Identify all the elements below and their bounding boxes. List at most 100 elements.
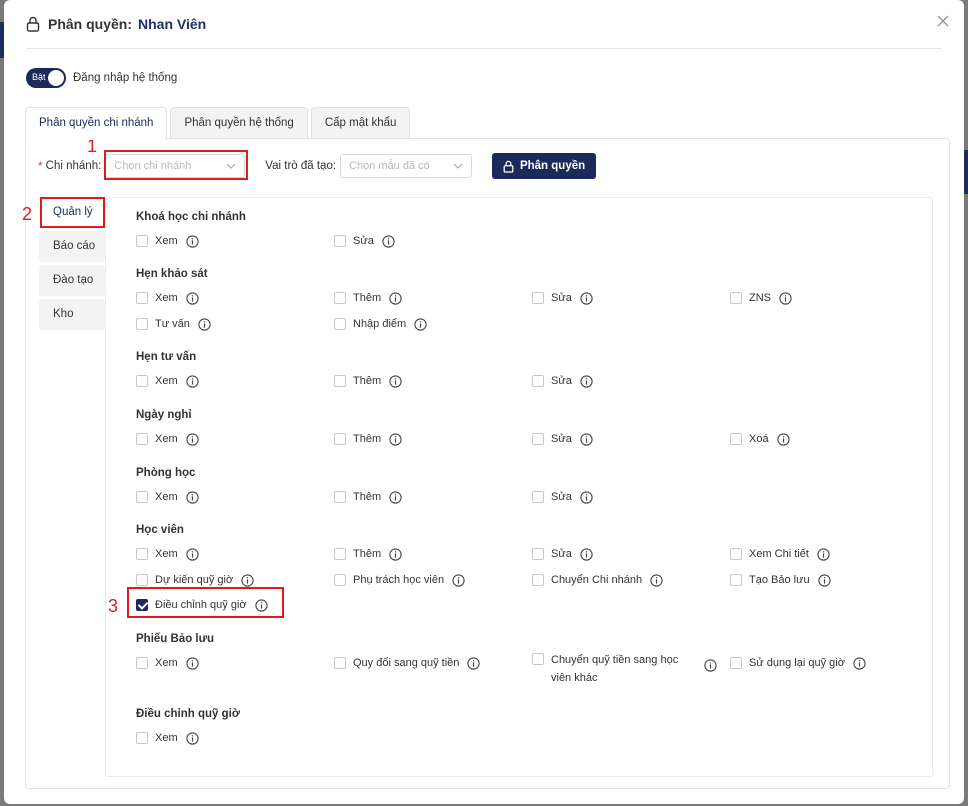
permission-checkbox[interactable]	[532, 574, 544, 586]
permission-item[interactable]: Chuyển Chi nhánh	[532, 574, 663, 587]
permission-item[interactable]: Xoá	[730, 433, 790, 446]
info-icon[interactable]	[580, 491, 593, 504]
info-icon[interactable]	[185, 657, 199, 670]
permission-checkbox[interactable]	[136, 375, 148, 387]
info-icon[interactable]	[198, 318, 211, 331]
permission-checkbox[interactable]	[136, 599, 148, 611]
permission-checkbox[interactable]	[532, 292, 544, 304]
permission-item[interactable]: Sửa	[532, 491, 593, 504]
permission-checkbox[interactable]	[532, 548, 544, 560]
permission-checkbox[interactable]	[136, 318, 148, 330]
permission-checkbox[interactable]	[730, 433, 742, 445]
permission-item[interactable]: Thêm	[334, 375, 402, 388]
permission-item[interactable]: Tư vấn	[136, 318, 211, 331]
permission-checkbox[interactable]	[532, 653, 544, 665]
permission-checkbox[interactable]	[730, 292, 742, 304]
permission-item[interactable]: Thêm	[334, 491, 402, 504]
permission-item[interactable]: Nhập điểm	[334, 318, 427, 331]
tab-password[interactable]: Cấp mật khẩu	[310, 107, 411, 139]
sidebar-item-training[interactable]: Đào tạo	[39, 265, 105, 296]
permission-item[interactable]: Tạo Bảo lưu	[730, 574, 831, 587]
info-icon[interactable]	[185, 375, 199, 388]
info-icon[interactable]	[389, 548, 402, 561]
permission-item[interactable]: Dự kiến quỹ giờ	[136, 574, 254, 587]
permission-checkbox[interactable]	[334, 574, 346, 586]
permission-item[interactable]: Xem	[136, 491, 199, 504]
info-icon[interactable]	[817, 574, 831, 587]
permission-checkbox[interactable]	[136, 235, 148, 247]
info-icon[interactable]	[241, 574, 254, 587]
info-icon[interactable]	[776, 433, 790, 446]
permission-item[interactable]: Xem	[136, 732, 199, 745]
tab-system-permissions[interactable]: Phân quyền hệ thống	[170, 107, 308, 139]
permission-checkbox[interactable]	[532, 433, 544, 445]
info-icon[interactable]	[580, 548, 593, 561]
info-icon[interactable]	[389, 375, 402, 388]
info-icon[interactable]	[185, 433, 199, 446]
permission-item[interactable]: Xem	[136, 292, 199, 305]
permission-checkbox[interactable]	[334, 318, 346, 330]
info-icon[interactable]	[853, 657, 866, 670]
permission-checkbox[interactable]	[334, 491, 346, 503]
info-icon[interactable]	[580, 375, 593, 388]
permission-checkbox[interactable]	[334, 375, 346, 387]
close-icon[interactable]	[936, 14, 950, 28]
permission-item[interactable]: Xem	[136, 548, 199, 561]
sidebar-item-warehouse[interactable]: Kho	[39, 299, 105, 330]
info-icon[interactable]	[254, 599, 268, 612]
permission-checkbox[interactable]	[730, 657, 742, 669]
permission-item[interactable]: Điều chỉnh quỹ giờ	[136, 599, 268, 612]
info-icon[interactable]	[185, 548, 199, 561]
permission-checkbox[interactable]	[136, 574, 148, 586]
permission-checkbox[interactable]	[334, 433, 346, 445]
permission-checkbox[interactable]	[136, 732, 148, 744]
assign-permission-button[interactable]: Phân quyền	[492, 153, 597, 179]
info-icon[interactable]	[389, 433, 402, 446]
info-icon[interactable]	[389, 292, 402, 305]
permission-item[interactable]: Xem	[136, 433, 199, 446]
info-icon[interactable]	[704, 659, 717, 672]
sidebar-item-reports[interactable]: Báo cáo	[39, 231, 105, 262]
permission-item[interactable]: Thêm	[334, 548, 402, 561]
permission-checkbox[interactable]	[730, 574, 742, 586]
permission-checkbox[interactable]	[730, 548, 742, 560]
permission-checkbox[interactable]	[136, 491, 148, 503]
tab-branch-permissions[interactable]: Phân quyền chi nhánh	[25, 107, 168, 140]
info-icon[interactable]	[580, 292, 593, 305]
permission-item[interactable]: Quy đổi sang quỹ tiền	[334, 657, 481, 670]
permission-item[interactable]: Xem	[136, 375, 199, 388]
permission-item[interactable]: Xem	[136, 235, 199, 248]
permission-checkbox[interactable]	[532, 375, 544, 387]
info-icon[interactable]	[452, 574, 465, 587]
permission-item[interactable]: Phụ trách học viên	[334, 574, 465, 587]
permission-item[interactable]: Thêm	[334, 433, 402, 446]
permission-item[interactable]: Sửa	[532, 548, 593, 561]
permission-item[interactable]: Sử dụng lại quỹ giờ	[730, 657, 866, 670]
permission-item[interactable]: Xem Chi tiết	[730, 548, 830, 561]
info-icon[interactable]	[580, 433, 593, 446]
info-icon[interactable]	[185, 732, 199, 745]
permission-checkbox[interactable]	[532, 491, 544, 503]
permission-item[interactable]: Sửa	[532, 375, 593, 388]
permission-item[interactable]: Sửa	[532, 292, 593, 305]
info-icon[interactable]	[467, 657, 481, 670]
permission-item[interactable]: Thêm	[334, 292, 402, 305]
info-icon[interactable]	[650, 574, 663, 587]
role-select[interactable]: Chọn mẫu đã có	[340, 154, 473, 178]
info-icon[interactable]	[185, 491, 199, 504]
permission-item[interactable]: ZNS	[730, 292, 792, 305]
info-icon[interactable]	[817, 548, 830, 561]
info-icon[interactable]	[414, 318, 427, 331]
permission-checkbox[interactable]	[334, 292, 346, 304]
info-icon[interactable]	[382, 235, 395, 248]
permission-item[interactable]: Chuyển quỹ tiền sang học viên khác	[532, 653, 717, 687]
permission-checkbox[interactable]	[136, 657, 148, 669]
permission-checkbox[interactable]	[136, 548, 148, 560]
permission-checkbox[interactable]	[136, 292, 148, 304]
permission-item[interactable]: Sửa	[334, 235, 395, 248]
info-icon[interactable]	[389, 491, 402, 504]
permission-item[interactable]: Xem	[136, 657, 199, 670]
permission-checkbox[interactable]	[334, 657, 346, 669]
login-toggle[interactable]: Bật	[26, 68, 66, 88]
info-icon[interactable]	[185, 292, 199, 305]
